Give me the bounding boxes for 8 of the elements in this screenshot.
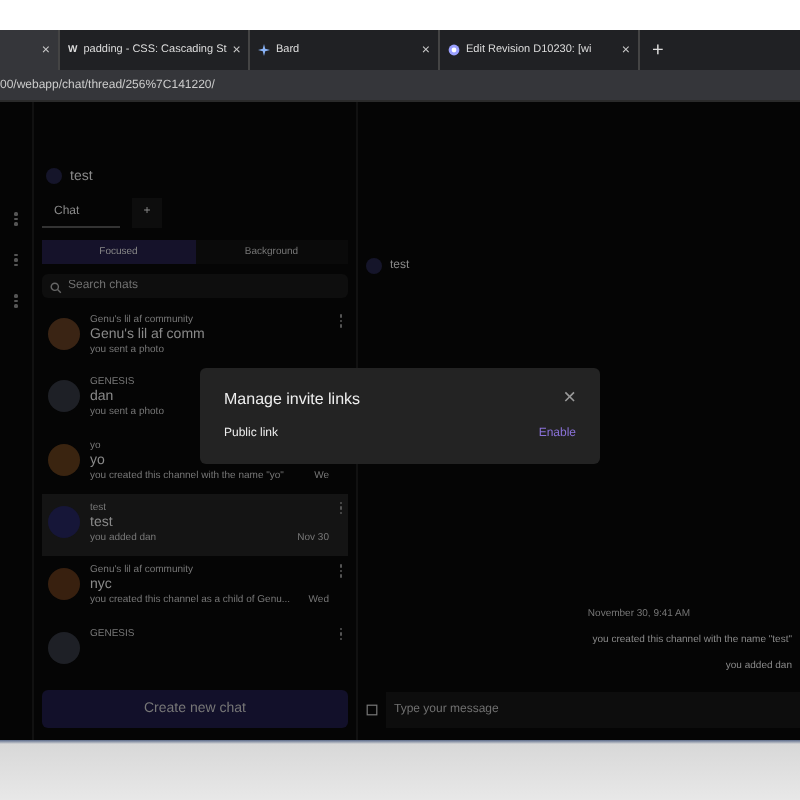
avatar-icon [46, 168, 62, 184]
attach-icon[interactable] [366, 704, 378, 716]
globe-icon [448, 44, 460, 56]
sparkle-icon [258, 44, 270, 56]
close-button[interactable]: × [563, 388, 576, 410]
avatar-icon [366, 258, 382, 274]
dialog-title: Manage invite links [224, 390, 361, 408]
new-tab-button[interactable]: + [652, 39, 664, 61]
